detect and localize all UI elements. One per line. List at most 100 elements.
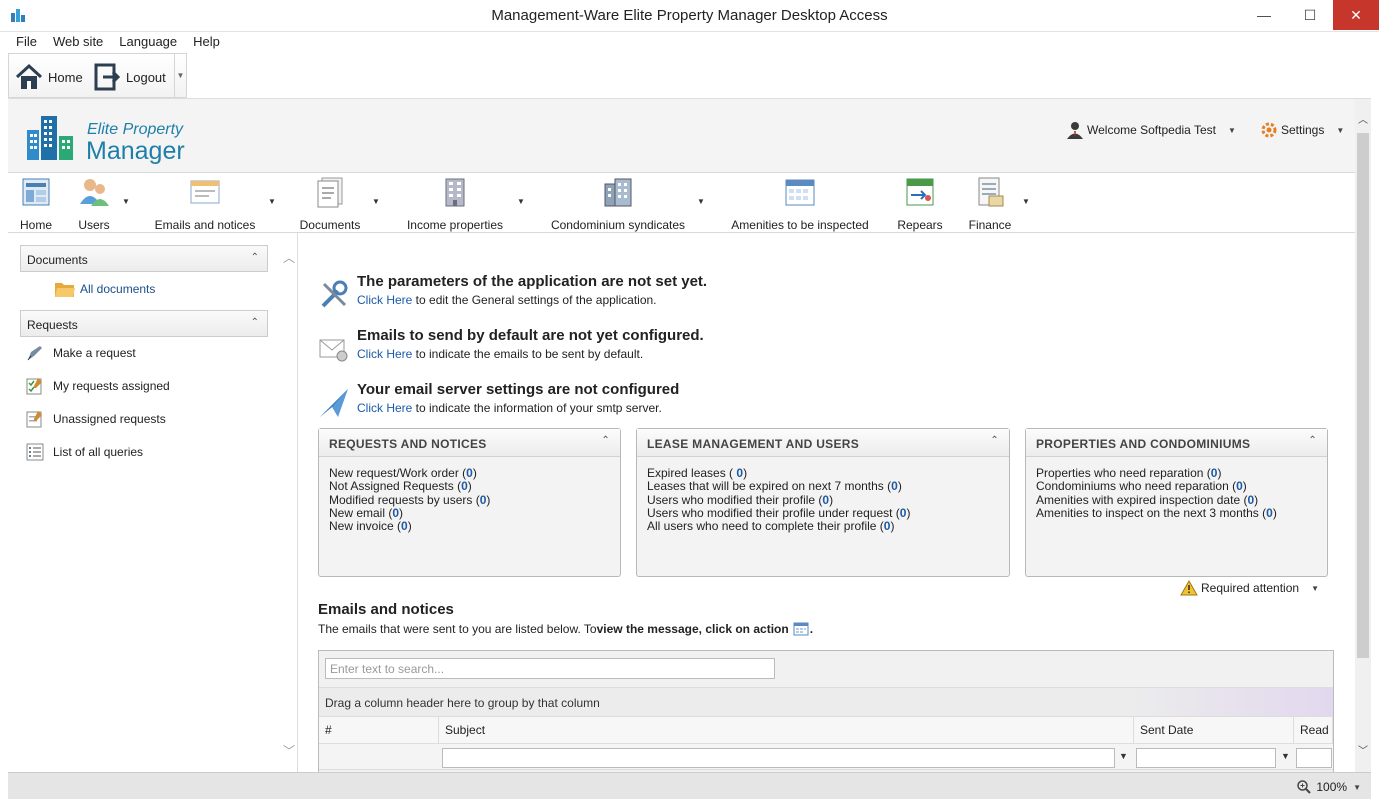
scroll-up-icon[interactable]: ︿ (1358, 111, 1368, 126)
welcome-user-menu[interactable]: Welcome Softpedia Test ▼ (1066, 121, 1236, 139)
nav-repairs[interactable]: Repears (892, 176, 948, 232)
panel-header[interactable]: PROPERTIES AND CONDOMINIUMS ⌃ (1026, 429, 1327, 457)
notice-title: The parameters of the application are no… (357, 273, 708, 290)
zoom-caret-icon: ▼ (1353, 782, 1361, 792)
count-link[interactable]: 0 (401, 519, 408, 533)
nav-documents-caret-icon[interactable]: ▼ (372, 197, 380, 206)
zoom-icon (1297, 780, 1312, 794)
menu-file[interactable]: File (8, 32, 45, 51)
click-here-link[interactable]: Click Here (357, 347, 412, 361)
panel-header[interactable]: LEASE MANAGEMENT AND USERS ⌃ (637, 429, 1009, 457)
count-link[interactable]: 0 (1266, 506, 1273, 520)
sidebar-item-list-all[interactable]: List of all queries (26, 443, 143, 461)
nav-users-caret-icon[interactable]: ▼ (122, 197, 130, 206)
nav-income-properties[interactable]: Income properties (402, 176, 508, 232)
sidebar-item-my-requests[interactable]: My requests assigned (26, 377, 170, 395)
panel-row: Leases that will be expired on next 7 mo… (647, 479, 902, 494)
nav-emails[interactable]: Emails and notices (150, 176, 260, 232)
action-calendar-icon (793, 622, 809, 636)
column-header-sent-date[interactable]: Sent Date (1134, 717, 1294, 744)
sidebar-list-all-label: List of all queries (53, 445, 144, 459)
count-link[interactable]: 0 (1236, 479, 1243, 493)
panel-row: Properties who need reparation (0) (1036, 466, 1222, 480)
app-header: Elite Property Manager Welcome Softpedia… (8, 99, 1355, 172)
nav-users[interactable]: Users (74, 176, 114, 232)
collapse-chevron-icon[interactable]: ⌃ (1308, 435, 1317, 446)
maximize-button[interactable]: ☐ (1287, 0, 1333, 30)
scrollbar-thumb[interactable] (1357, 133, 1369, 658)
notice-rest: to edit the General settings of the appl… (412, 293, 657, 307)
collapse-chevron-icon[interactable]: ⌃ (990, 435, 999, 446)
column-header-read[interactable]: Read (1294, 717, 1333, 744)
nav-documents[interactable]: Documents (297, 176, 363, 232)
panel-header[interactable]: REQUESTS AND NOTICES ⌃ (319, 429, 620, 457)
sidebar-item-make-request[interactable]: Make a request (26, 344, 136, 362)
nav-income-caret-icon[interactable]: ▼ (517, 197, 525, 206)
condominium-icon (604, 178, 632, 207)
nav-users-label: Users (78, 218, 110, 232)
click-here-link[interactable]: Click Here (357, 293, 412, 307)
notice-email-server: Your email server settings are not confi… (318, 381, 679, 419)
notice-title: Your email server settings are not confi… (357, 381, 680, 398)
nav-emails-caret-icon[interactable]: ▼ (268, 197, 276, 206)
grid-search-input[interactable]: Enter text to search... (325, 658, 775, 679)
sidebar-scroll-down-icon[interactable]: ﹀ (283, 742, 295, 759)
sidebar-item-all-documents[interactable]: All documents (54, 279, 155, 299)
menu-help[interactable]: Help (185, 32, 228, 51)
main-vertical-scrollbar[interactable]: ︿ ﹀ (1355, 99, 1371, 772)
nav-home[interactable]: Home (14, 176, 58, 232)
zoom-control[interactable]: 100% ▼ (1296, 779, 1361, 795)
notice-subtext: Click Here to edit the General settings … (357, 293, 707, 307)
finance-icon (978, 177, 1004, 207)
sidebar-requests-header[interactable]: Requests ⌃ (20, 310, 268, 337)
home-toolbar-button[interactable]: Home (14, 60, 83, 94)
sidebar-scroll-up-icon[interactable]: ︿ (283, 249, 295, 266)
collapse-chevron-icon[interactable]: ⌃ (251, 317, 259, 328)
sidebar-documents-header[interactable]: Documents ⌃ (20, 245, 268, 272)
count-link[interactable]: 0 (461, 479, 468, 493)
count-link[interactable]: 0 (891, 479, 898, 493)
toolbar-more-dropdown[interactable]: ▼ (174, 54, 186, 97)
click-here-link[interactable]: Click Here (357, 401, 412, 415)
settings-label: Settings (1281, 123, 1325, 137)
nav-finance-caret-icon[interactable]: ▼ (1022, 197, 1030, 206)
close-button[interactable]: ✕ (1333, 0, 1379, 30)
read-filter-select[interactable] (1296, 748, 1332, 768)
envelope-settings-icon (319, 339, 348, 362)
nav-condominium-syndicates[interactable]: Condominium syndicates (546, 176, 690, 232)
logo-buildings-icon (27, 116, 73, 160)
sidebar-item-unassigned[interactable]: Unassigned requests (26, 410, 166, 428)
sent-date-filter-icon[interactable]: ▼ (1281, 751, 1290, 761)
emails-sub-bold: view the message, click on action (596, 622, 789, 636)
subject-filter-input[interactable] (442, 748, 1115, 768)
sent-date-filter-select[interactable] (1136, 748, 1276, 768)
group-by-panel[interactable]: Drag a column header here to group by th… (319, 687, 1333, 717)
logout-toolbar-button[interactable]: Logout (94, 60, 166, 94)
panel-row: All users who need to complete their pro… (647, 519, 895, 534)
nav-amenities-label: Amenities to be inspected (731, 218, 869, 232)
toolbar: Home Logout ▼ (8, 52, 1371, 99)
panel-requests-notices: REQUESTS AND NOTICES ⌃ New request/Work … (318, 428, 621, 577)
notice-app-parameters: The parameters of the application are no… (318, 273, 707, 311)
count-link[interactable]: 0 (466, 466, 473, 480)
panel-row: Not Assigned Requests (0) (329, 479, 472, 494)
menu-language[interactable]: Language (111, 32, 185, 51)
required-attention-dropdown[interactable]: Required attention ▼ (1180, 580, 1319, 596)
column-header-subject[interactable]: Subject (439, 717, 1134, 744)
column-header-number[interactable]: # (319, 717, 439, 744)
users-icon (80, 179, 109, 206)
settings-caret-icon: ▼ (1336, 125, 1345, 135)
collapse-chevron-icon[interactable]: ⌃ (251, 252, 259, 263)
subject-filter-icon[interactable]: ▼ (1119, 751, 1128, 761)
settings-menu[interactable]: Settings ▼ (1260, 121, 1344, 139)
nav-finance[interactable]: Finance (964, 176, 1016, 232)
nav-income-label: Income properties (406, 218, 504, 232)
minimize-button[interactable]: — (1241, 0, 1287, 30)
nav-amenities[interactable]: Amenities to be inspected (726, 176, 874, 232)
window-title: Management-Ware Elite Property Manager D… (491, 7, 888, 24)
menu-website[interactable]: Web site (45, 32, 111, 51)
menu-bar: File Web site Language Help (8, 32, 1371, 52)
nav-condo-caret-icon[interactable]: ▼ (697, 197, 705, 206)
scroll-down-icon[interactable]: ﹀ (1358, 742, 1368, 757)
collapse-chevron-icon[interactable]: ⌃ (601, 435, 610, 446)
